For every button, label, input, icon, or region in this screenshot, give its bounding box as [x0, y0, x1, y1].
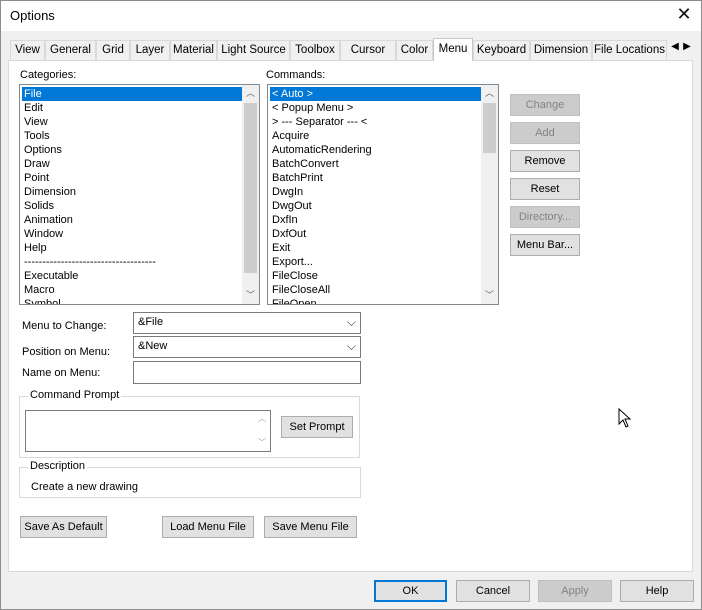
list-item[interactable]: FileOpen: [270, 297, 317, 304]
tab-layer[interactable]: Layer: [130, 40, 170, 60]
tab-dimension[interactable]: Dimension: [530, 40, 592, 60]
list-item[interactable]: BatchPrint: [270, 171, 323, 185]
list-item[interactable]: DxfOut: [270, 227, 306, 241]
help-button[interactable]: Help: [620, 580, 694, 602]
list-item[interactable]: Macro: [22, 283, 55, 297]
name-on-menu-label: Name on Menu:: [22, 367, 101, 379]
tab-keyboard[interactable]: Keyboard: [473, 40, 530, 60]
list-item[interactable]: Point: [22, 171, 49, 185]
position-on-menu-label: Position on Menu:: [22, 346, 111, 358]
menu-to-change-label: Menu to Change:: [22, 320, 107, 332]
command-prompt-scrollbar[interactable]: ︿ ﹀: [255, 412, 269, 450]
load-menu-file-button[interactable]: Load Menu File: [162, 516, 254, 538]
save-as-default-button[interactable]: Save As Default: [20, 516, 107, 538]
list-item[interactable]: Export...: [270, 255, 313, 269]
list-item[interactable]: Dimension: [22, 185, 76, 199]
tab-general[interactable]: General: [45, 40, 96, 60]
list-item[interactable]: DwgOut: [270, 199, 312, 213]
mouse-pointer-icon: [618, 408, 632, 428]
title-bar: Options ✕: [1, 1, 701, 31]
ok-button[interactable]: OK: [374, 580, 447, 602]
chevron-left-icon[interactable]: ◀: [669, 40, 681, 54]
categories-listbox[interactable]: File Edit View Tools Options Draw Point …: [19, 84, 260, 305]
cancel-button[interactable]: Cancel: [456, 580, 530, 602]
chevron-up-icon[interactable]: ︿: [481, 85, 498, 102]
command-prompt-input[interactable]: ︿ ﹀: [25, 410, 271, 452]
list-item[interactable]: > --- Separator --- <: [270, 115, 367, 129]
list-item[interactable]: AutomaticRendering: [270, 143, 372, 157]
list-item[interactable]: DxfIn: [270, 213, 298, 227]
list-item[interactable]: BatchConvert: [270, 157, 339, 171]
reset-button[interactable]: Reset: [510, 178, 580, 200]
chevron-down-icon: ⌵: [346, 315, 356, 329]
tab-color[interactable]: Color: [396, 40, 433, 60]
tab-file-locations[interactable]: File Locations: [592, 40, 667, 60]
tab-toolbox[interactable]: Toolbox: [290, 40, 340, 60]
list-item[interactable]: < Auto >: [270, 87, 481, 101]
list-item[interactable]: Options: [22, 143, 62, 157]
scroll-thumb[interactable]: [244, 103, 257, 273]
list-item[interactable]: FileClose: [270, 269, 318, 283]
list-item[interactable]: Draw: [22, 157, 50, 171]
categories-label: Categories:: [20, 69, 77, 81]
description-text: Create a new drawing: [31, 481, 139, 493]
tab-view[interactable]: View: [10, 40, 45, 60]
change-button[interactable]: Change: [510, 94, 580, 116]
chevron-right-icon[interactable]: ▶: [681, 40, 693, 54]
tab-material[interactable]: Material: [170, 40, 217, 60]
tab-grid[interactable]: Grid: [96, 40, 130, 60]
list-item[interactable]: File: [22, 87, 242, 101]
list-item[interactable]: ------------------------------------: [22, 255, 156, 269]
list-item[interactable]: Tools: [22, 129, 50, 143]
close-icon[interactable]: ✕: [675, 5, 693, 25]
list-item[interactable]: Help: [22, 241, 47, 255]
list-item[interactable]: View: [22, 115, 48, 129]
position-on-menu-select[interactable]: &New ⌵: [133, 336, 361, 358]
chevron-up-icon[interactable]: ︿: [242, 85, 259, 102]
list-item[interactable]: Solids: [22, 199, 54, 213]
menu-to-change-select[interactable]: &File ⌵: [133, 312, 361, 334]
apply-button[interactable]: Apply: [538, 580, 612, 602]
categories-scrollbar[interactable]: ︿ ﹀: [242, 85, 259, 304]
commands-listbox[interactable]: < Auto > < Popup Menu > > --- Separator …: [267, 84, 499, 305]
chevron-down-icon[interactable]: ﹀: [242, 287, 259, 304]
description-legend: Description: [28, 460, 88, 472]
list-item[interactable]: < Popup Menu >: [270, 101, 353, 115]
menu-to-change-value: &File: [138, 316, 164, 328]
commands-scrollbar[interactable]: ︿ ﹀: [481, 85, 498, 304]
chevron-down-icon[interactable]: ﹀: [255, 436, 269, 450]
scroll-thumb[interactable]: [483, 103, 496, 153]
directory-button[interactable]: Directory...: [510, 206, 580, 228]
list-item[interactable]: Exit: [270, 241, 290, 255]
tab-menu[interactable]: Menu: [433, 38, 473, 61]
list-item[interactable]: Animation: [22, 213, 73, 227]
position-on-menu-value: &New: [138, 340, 168, 352]
remove-button[interactable]: Remove: [510, 150, 580, 172]
tab-cursor[interactable]: Cursor: [340, 40, 396, 60]
set-prompt-button[interactable]: Set Prompt: [281, 416, 353, 438]
commands-label: Commands:: [266, 69, 326, 81]
tab-light-source[interactable]: Light Source: [217, 40, 290, 60]
list-item[interactable]: Edit: [22, 101, 43, 115]
list-item[interactable]: Symbol: [22, 297, 61, 304]
chevron-down-icon[interactable]: ﹀: [481, 287, 498, 304]
name-on-menu-input[interactable]: [133, 361, 361, 384]
add-button[interactable]: Add: [510, 122, 580, 144]
chevron-up-icon[interactable]: ︿: [255, 412, 269, 426]
chevron-down-icon: ⌵: [346, 339, 356, 353]
tab-strip: View General Grid Layer Material Light S…: [10, 38, 694, 61]
command-prompt-legend: Command Prompt: [28, 389, 122, 401]
list-item[interactable]: Window: [22, 227, 63, 241]
list-item[interactable]: FileCloseAll: [270, 283, 330, 297]
window-title: Options: [10, 8, 55, 23]
list-item[interactable]: Executable: [22, 269, 78, 283]
list-item[interactable]: DwgIn: [270, 185, 303, 199]
save-menu-file-button[interactable]: Save Menu File: [264, 516, 357, 538]
menu-bar-button[interactable]: Menu Bar...: [510, 234, 580, 256]
list-item[interactable]: Acquire: [270, 129, 309, 143]
